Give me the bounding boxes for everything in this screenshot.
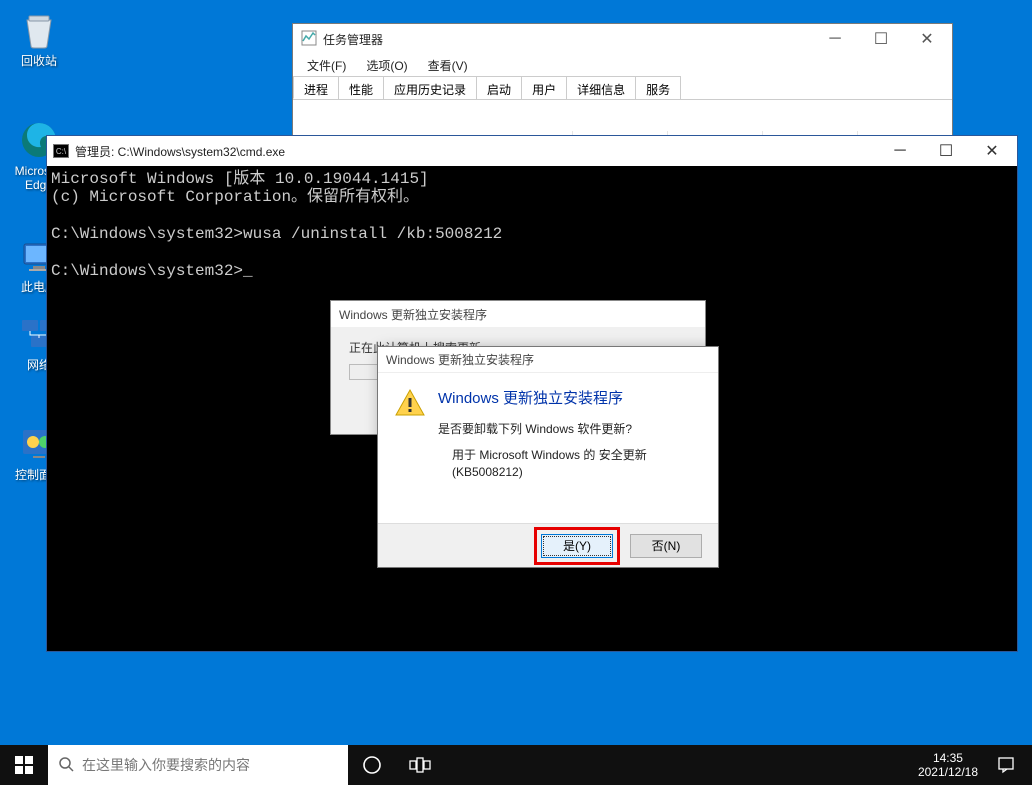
tab-details[interactable]: 详细信息 <box>566 76 636 99</box>
tab-services[interactable]: 服务 <box>635 76 681 99</box>
taskbar[interactable]: 在这里输入你要搜索的内容 14:35 2021/12/18 <box>0 745 1032 785</box>
menu-view[interactable]: 查看(V) <box>420 55 476 76</box>
no-button[interactable]: 否(N) <box>630 534 702 558</box>
tab-startup[interactable]: 启动 <box>476 76 522 99</box>
yes-button-highlight: 是(Y) <box>534 527 620 565</box>
yes-button[interactable]: 是(Y) <box>541 534 613 558</box>
tray-datetime[interactable]: 14:35 2021/12/18 <box>912 745 984 785</box>
dialog-heading: Windows 更新独立安装程序 <box>438 387 702 408</box>
menu-file[interactable]: 文件(F) <box>299 55 354 76</box>
search-icon <box>58 756 74 775</box>
taskmgr-tabs: 进程 性能 应用历史记录 启动 用户 详细信息 服务 <box>293 76 952 100</box>
warning-icon <box>394 387 426 419</box>
taskmgr-titlebar[interactable]: 任务管理器 ─ ☐ ✕ <box>293 24 952 54</box>
tab-apphistory[interactable]: 应用历史记录 <box>383 76 477 99</box>
notification-button[interactable] <box>984 745 1028 785</box>
taskbar-search[interactable]: 在这里输入你要搜索的内容 <box>48 745 348 785</box>
cmd-maximize-button[interactable]: ☐ <box>923 137 969 165</box>
taskmgr-maximize-button[interactable]: ☐ <box>858 25 904 53</box>
taskmgr-minimize-button[interactable]: ─ <box>812 25 858 53</box>
system-tray[interactable]: 14:35 2021/12/18 <box>912 745 1032 785</box>
tab-users[interactable]: 用户 <box>521 76 567 99</box>
cmd-output[interactable]: Microsoft Windows [版本 10.0.19044.1415] (… <box>47 166 1017 284</box>
tray-date: 2021/12/18 <box>918 765 978 779</box>
dialog-title[interactable]: Windows 更新独立安装程序 <box>378 347 718 373</box>
uninstall-confirm-dialog[interactable]: Windows 更新独立安装程序 Windows 更新独立安装程序 是否要卸载下… <box>377 346 719 568</box>
taskmgr-title: 任务管理器 <box>323 31 383 48</box>
taskmgr-close-button[interactable]: ✕ <box>904 25 950 53</box>
menu-options[interactable]: 选项(O) <box>358 55 415 76</box>
taskmgr-icon <box>301 30 317 49</box>
cmd-icon: C:\ <box>53 144 69 158</box>
tab-performance[interactable]: 性能 <box>338 76 384 99</box>
start-button[interactable] <box>0 745 48 785</box>
tab-processes[interactable]: 进程 <box>293 76 339 99</box>
taskmgr-menu: 文件(F) 选项(O) 查看(V) <box>293 54 952 76</box>
cmd-minimize-button[interactable]: ─ <box>877 137 923 165</box>
recycle-bin[interactable]: 回收站 <box>6 6 72 68</box>
dialog-footer: 是(Y) 否(N) <box>378 523 718 567</box>
recycle-bin-label: 回收站 <box>21 54 57 68</box>
dialog-question: 是否要卸载下列 Windows 软件更新? <box>438 420 702 437</box>
search-placeholder: 在这里输入你要搜索的内容 <box>82 755 250 775</box>
taskview-button[interactable] <box>396 745 444 785</box>
cmd-title: 管理员: C:\Windows\system32\cmd.exe <box>75 143 285 160</box>
cmd-close-button[interactable]: ✕ <box>969 137 1015 165</box>
tray-time: 14:35 <box>933 751 963 765</box>
cortana-button[interactable] <box>348 745 396 785</box>
dialog-detail: 用于 Microsoft Windows 的 安全更新(KB5008212) <box>438 447 702 481</box>
progress-title[interactable]: Windows 更新独立安装程序 <box>331 301 705 327</box>
recycle-bin-icon <box>19 10 59 50</box>
cmd-titlebar[interactable]: C:\ 管理员: C:\Windows\system32\cmd.exe ─ ☐… <box>47 136 1017 166</box>
